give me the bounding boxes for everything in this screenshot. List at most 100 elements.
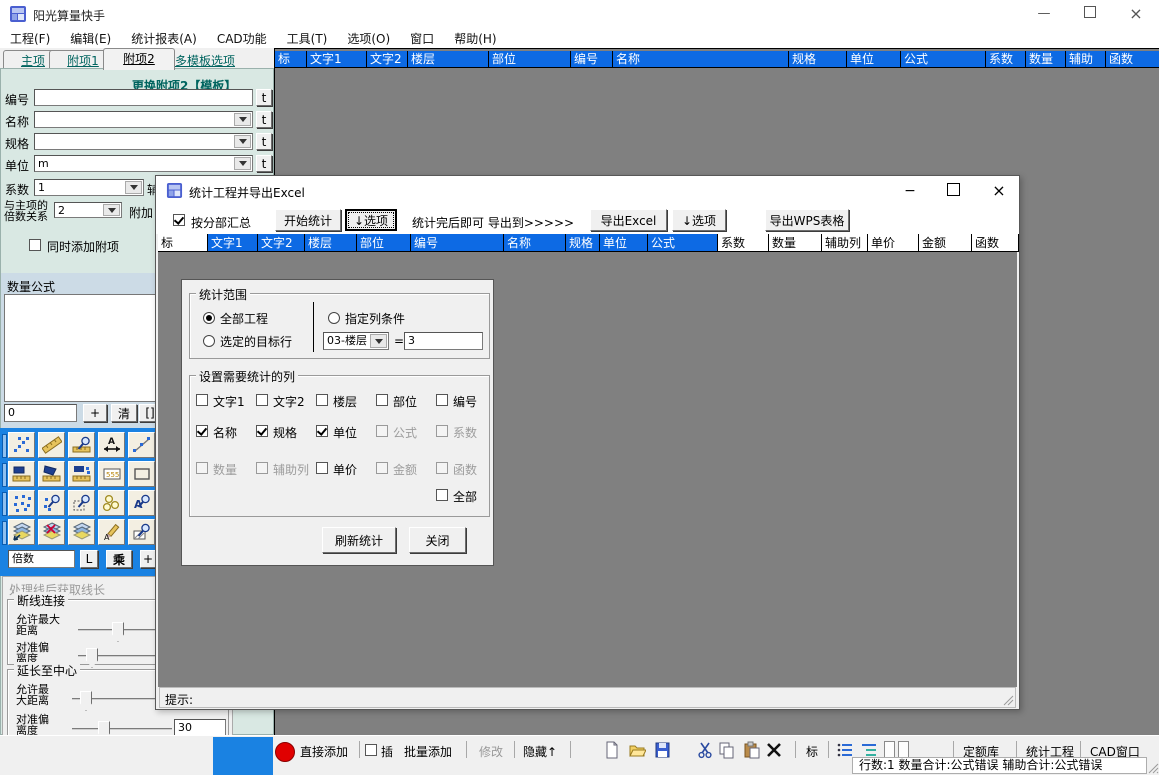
menu-item-7[interactable]: 窗口 [400, 28, 444, 49]
dialog-maximize-button[interactable] [932, 176, 974, 206]
slope-dots-icon[interactable] [68, 461, 95, 487]
t-button[interactable]: t [256, 89, 272, 106]
menu-item-2[interactable]: 编辑(E) [60, 28, 121, 49]
chevron-down-icon[interactable] [103, 204, 120, 216]
column-header-楼层[interactable]: 楼层 [408, 51, 489, 67]
multiplier-button-L[interactable]: L [80, 550, 98, 568]
dim-box-icon[interactable]: 555 [98, 461, 125, 487]
text-zoom-icon[interactable]: A [128, 490, 155, 516]
options-button-2[interactable]: ↓选项 [672, 209, 726, 231]
align-offset-slider-2[interactable] [72, 728, 172, 730]
ruler-zoom-icon[interactable] [68, 432, 95, 458]
dialog-column-header-编号[interactable]: 编号 [411, 234, 504, 252]
condition-value-input[interactable]: 3 [404, 332, 483, 350]
slider-thumb[interactable] [112, 622, 124, 642]
tab-附项2[interactable]: 附项2 [103, 48, 175, 70]
t-button[interactable]: t [256, 155, 272, 172]
layers-delete-icon[interactable] [38, 519, 65, 545]
options-button-1[interactable]: ↓选项 [345, 209, 397, 231]
radio-selected-rows[interactable] [203, 335, 215, 347]
insert-checkbox[interactable] [365, 744, 377, 756]
radio-column-condition[interactable] [328, 312, 340, 324]
column-checkbox-单价[interactable] [316, 462, 328, 474]
dialog-column-header-公式[interactable]: 公式 [648, 234, 718, 252]
multiple-combo[interactable]: 2 [54, 202, 122, 218]
column-header-单位[interactable]: 单位 [847, 51, 901, 67]
chevron-down-icon[interactable] [125, 181, 142, 194]
column-checkbox-规格[interactable] [256, 425, 268, 437]
condition-column-combo[interactable]: 03-楼层 [323, 332, 389, 350]
hatch-zoom-icon[interactable] [128, 519, 155, 545]
column-checkbox-单位[interactable] [316, 425, 328, 437]
qty-formula-textarea[interactable] [4, 294, 156, 402]
toolbar-grip[interactable] [2, 463, 7, 487]
column-header-文字1[interactable]: 文字1 [307, 51, 367, 67]
layers-icon[interactable] [68, 519, 95, 545]
dialog-column-header-函数[interactable]: 函数 [972, 234, 1019, 252]
column-checkbox-部位[interactable] [376, 394, 388, 406]
dialog-column-header-文字1[interactable]: 文字1 [208, 234, 258, 252]
toolbar-grip[interactable] [2, 492, 7, 516]
column-header-规格[interactable]: 规格 [789, 51, 847, 67]
menu-item-5[interactable]: 工具(T) [277, 28, 338, 49]
dialog-column-header-辅助列[interactable]: 辅助列 [822, 234, 868, 252]
dialog-column-header-金额[interactable]: 金额 [919, 234, 972, 252]
column-header-系数[interactable]: 系数 [986, 51, 1026, 67]
column-header-函数[interactable]: 函数 [1106, 51, 1159, 67]
slope-ruler-2-icon[interactable] [38, 461, 65, 487]
save-icon[interactable] [653, 741, 671, 759]
open-folder-icon[interactable] [628, 741, 646, 759]
maximize-button[interactable] [1067, 0, 1113, 28]
slider-thumb[interactable] [86, 648, 98, 668]
dots-line-icon[interactable] [8, 432, 35, 458]
column-header-标[interactable]: 标 [275, 51, 307, 67]
column-header-公式[interactable]: 公式 [901, 51, 986, 67]
column-checkbox-数量[interactable] [196, 462, 208, 474]
chevron-down-icon[interactable] [234, 135, 251, 148]
dialog-column-header-标[interactable]: 标 [158, 234, 208, 252]
dialog-column-header-文字2[interactable]: 文字2 [258, 234, 305, 252]
slope-ruler-icon[interactable] [8, 461, 35, 487]
close-dialog-button[interactable]: 关闭 [409, 527, 466, 553]
dialog-column-header-部位[interactable]: 部位 [357, 234, 411, 252]
add-attach-checkbox[interactable] [29, 239, 41, 251]
menu-item-8[interactable]: 帮助(H) [444, 28, 506, 49]
t-button[interactable]: t [256, 133, 272, 150]
toolbar-grip[interactable] [2, 434, 7, 458]
dialog-resize-grip-icon[interactable] [1002, 694, 1014, 706]
circles-icon[interactable] [98, 490, 125, 516]
cut-icon[interactable] [696, 741, 714, 759]
summarize-checkbox[interactable] [173, 214, 185, 226]
dialog-minimize-button[interactable]: − [889, 176, 931, 206]
qty-button-+[interactable]: + [83, 404, 107, 422]
column-checkbox-文字2[interactable] [256, 394, 268, 406]
dots-grid-icon[interactable] [8, 490, 35, 516]
hide-button[interactable]: 隐藏↑ [523, 743, 557, 760]
column-checkbox-全部[interactable] [436, 489, 448, 501]
dialog-column-header-名称[interactable]: 名称 [504, 234, 566, 252]
column-checkbox-辅助列[interactable] [256, 462, 268, 474]
column-header-部位[interactable]: 部位 [489, 51, 571, 67]
dialog-close-button[interactable]: × [978, 176, 1020, 206]
column-checkbox-名称[interactable] [196, 425, 208, 437]
column-header-辅助[interactable]: 辅助 [1066, 51, 1106, 67]
start-statistics-button[interactable]: 开始统计 [275, 209, 341, 231]
field-input-单位[interactable]: m [34, 155, 253, 172]
modify-button[interactable]: 修改 [479, 743, 503, 760]
menu-item-3[interactable]: 统计报表(A) [121, 28, 207, 49]
pencil-text-icon[interactable]: A [98, 519, 125, 545]
field-input-编号[interactable] [34, 89, 253, 106]
coef-combo[interactable]: 1 [34, 179, 144, 196]
qty-button-清[interactable]: 清 [111, 404, 137, 422]
menu-item-1[interactable]: 工程(F) [0, 28, 60, 49]
dialog-column-header-规格[interactable]: 规格 [566, 234, 600, 252]
column-checkbox-编号[interactable] [436, 394, 448, 406]
dialog-column-header-楼层[interactable]: 楼层 [305, 234, 357, 252]
field-input-名称[interactable] [34, 111, 253, 128]
export-excel-button[interactable]: 导出Excel [590, 209, 667, 231]
chevron-down-icon[interactable] [234, 157, 251, 170]
multiplier-button-乘[interactable]: 乘 [106, 550, 132, 568]
column-header-编号[interactable]: 编号 [571, 51, 613, 67]
slider-thumb[interactable] [80, 691, 92, 711]
node-line-icon[interactable] [128, 432, 155, 458]
